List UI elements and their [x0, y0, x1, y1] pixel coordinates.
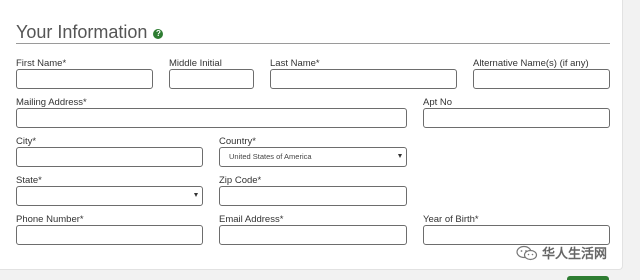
- dropdown-arrow-icon: [194, 193, 198, 197]
- first-name-input[interactable]: [16, 69, 153, 89]
- zip-code-input[interactable]: [219, 186, 407, 206]
- alternative-names-label: Alternative Name(s) (if any): [473, 58, 589, 69]
- apt-no-input[interactable]: [423, 108, 610, 128]
- state-select[interactable]: [16, 186, 203, 206]
- watermark: 华人生活网: [516, 243, 607, 262]
- email-address-label: Email Address*: [219, 214, 284, 225]
- help-icon[interactable]: ?: [153, 29, 164, 39]
- zip-code-label: Zip Code*: [219, 175, 262, 186]
- email-address-input[interactable]: [219, 225, 407, 245]
- continue-button-edge[interactable]: [567, 276, 609, 280]
- watermark-text: 华人生活网: [542, 246, 608, 261]
- apt-no-label: Apt No: [423, 97, 453, 108]
- last-name-input[interactable]: [270, 69, 457, 89]
- middle-initial-input[interactable]: [169, 69, 254, 89]
- year-of-birth-label: Year of Birth*: [423, 214, 479, 225]
- middle-initial-label: Middle Initial: [169, 58, 222, 69]
- city-input[interactable]: [16, 147, 203, 167]
- phone-number-label: Phone Number*: [16, 214, 84, 225]
- dropdown-arrow-icon: [398, 154, 402, 158]
- wechat-icon: [516, 245, 538, 260]
- country-selected-value: United States of America: [229, 152, 312, 161]
- your-information-panel: Your Information ? First Name* Middle In…: [0, 0, 623, 270]
- section-title: Your Information ?: [16, 22, 164, 43]
- alternative-names-input[interactable]: [473, 69, 610, 89]
- country-select[interactable]: United States of America: [219, 147, 407, 167]
- state-label: State*: [16, 175, 42, 186]
- mailing-address-label: Mailing Address*: [16, 97, 87, 108]
- section-title-text: Your Information: [16, 22, 148, 42]
- country-label: Country*: [219, 136, 256, 147]
- phone-number-input[interactable]: [16, 225, 203, 245]
- first-name-label: First Name*: [16, 58, 67, 69]
- year-of-birth-input[interactable]: [423, 225, 610, 245]
- city-label: City*: [16, 136, 37, 147]
- last-name-label: Last Name*: [270, 58, 320, 69]
- mailing-address-input[interactable]: [16, 108, 407, 128]
- title-divider: [16, 43, 610, 44]
